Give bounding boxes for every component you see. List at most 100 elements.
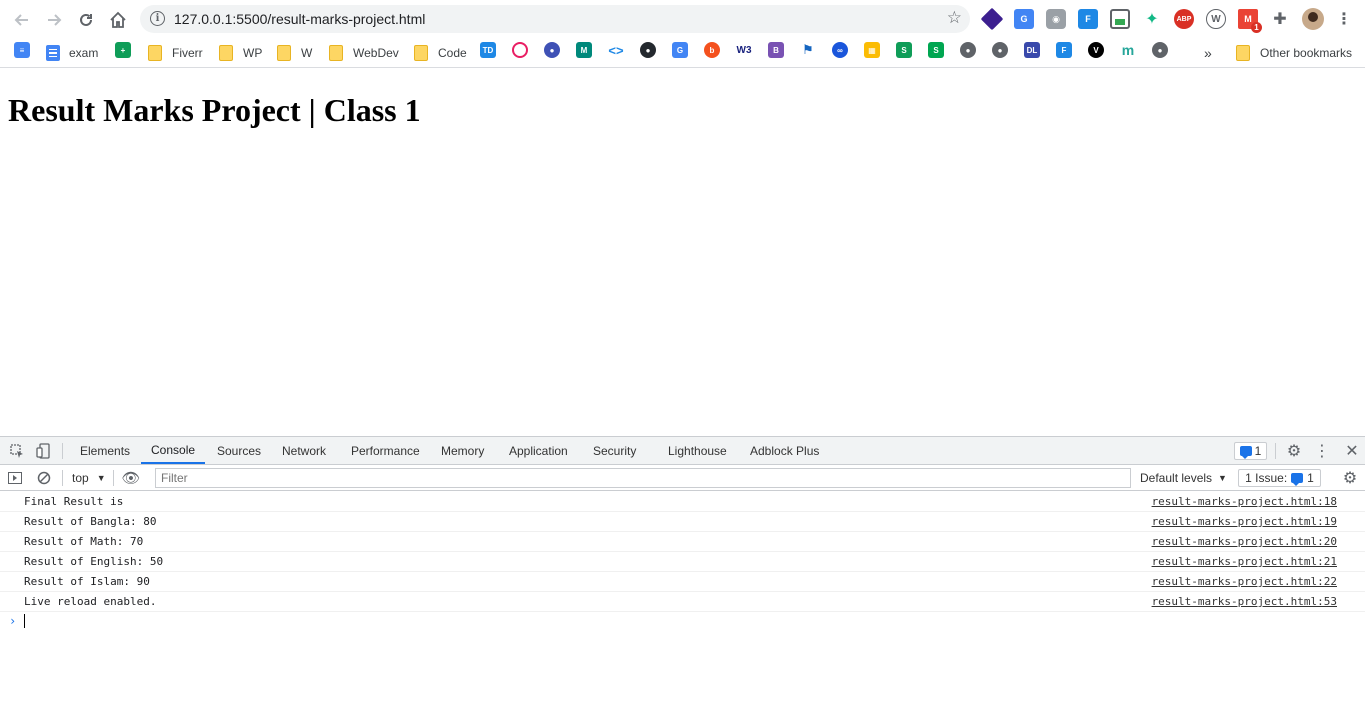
camera-icon[interactable]: ◉ <box>1046 9 1066 29</box>
log-source-link[interactable]: result-marks-project.html:20 <box>1152 535 1337 548</box>
bookmark-wp[interactable]: WP <box>219 43 262 63</box>
bootstrap-icon[interactable]: B <box>768 42 784 58</box>
log-message: Result of Math: 70 <box>24 535 144 548</box>
log-levels-dropdown[interactable]: Default levels ▼ <box>1140 469 1227 487</box>
separator <box>62 470 63 486</box>
bird-ext-icon[interactable]: ✦ <box>1142 9 1162 29</box>
tab-security[interactable]: Security <box>593 437 636 464</box>
log-source-link[interactable]: result-marks-project.html:19 <box>1152 515 1337 528</box>
tab-network[interactable]: Network <box>282 437 326 464</box>
log-message: Live reload enabled. <box>24 595 157 608</box>
tab-console[interactable]: Console <box>141 437 206 464</box>
blocks-icon[interactable]: ▦ <box>864 42 880 58</box>
message-icon <box>1291 473 1304 486</box>
back-icon[interactable] <box>10 8 34 32</box>
inspect-element-icon[interactable] <box>8 442 26 460</box>
translate-bookmark-icon[interactable]: G <box>672 42 688 58</box>
code-brackets-icon[interactable]: <> <box>608 42 624 58</box>
sidebar-toggle-icon[interactable] <box>6 469 24 487</box>
color-wheel-icon[interactable] <box>512 42 528 58</box>
tab-memory[interactable]: Memory <box>441 437 484 464</box>
tab-adblock-plus[interactable]: Adblock Plus <box>750 437 819 464</box>
globe-icon-2[interactable]: ● <box>992 42 1008 58</box>
gmail-icon[interactable]: M 1 <box>1238 9 1262 33</box>
console-input-caret[interactable] <box>24 614 25 628</box>
folder-icon <box>1236 45 1250 61</box>
docs-bookmark-icon[interactable]: ≡ <box>14 42 30 58</box>
infinity-icon[interactable]: ∞ <box>832 42 848 58</box>
google-translate-icon[interactable]: G <box>1014 9 1034 29</box>
tab-application[interactable]: Application <box>509 437 568 464</box>
eye-icon[interactable]: 👁 <box>121 469 140 487</box>
bookmarks-overflow-icon[interactable]: » <box>1204 43 1212 63</box>
bookmark-fiverr[interactable]: Fiverr <box>148 43 203 63</box>
console-filter-input[interactable] <box>155 468 1131 488</box>
log-message: Result of Bangla: 80 <box>24 515 157 528</box>
issues-counter[interactable]: 1 <box>1234 442 1267 460</box>
bookmark-code[interactable]: Code <box>414 43 467 63</box>
console-log-row: Result of Islam: 90 result-marks-project… <box>0 572 1365 592</box>
reload-icon[interactable] <box>74 8 98 32</box>
github-icon[interactable]: ● <box>640 42 656 58</box>
bookmark-star-icon[interactable]: ☆ <box>947 8 962 28</box>
context-selector[interactable]: top ▼ <box>72 469 106 487</box>
layers-ext-icon[interactable] <box>980 7 1004 31</box>
site-info-icon[interactable]: i <box>150 11 165 26</box>
m-site-icon[interactable]: m <box>1120 42 1136 58</box>
bookmark-label: Fiverr <box>172 46 203 60</box>
font-ext-icon[interactable]: F <box>1078 9 1098 29</box>
bookmark-other[interactable]: Other bookmarks <box>1236 43 1352 63</box>
log-source-link[interactable]: result-marks-project.html:22 <box>1152 575 1337 588</box>
s-site-icon[interactable]: S <box>896 42 912 58</box>
forward-icon[interactable] <box>42 8 66 32</box>
s-site-icon-2[interactable]: S <box>928 42 944 58</box>
behance-site-icon[interactable]: b <box>704 42 720 58</box>
url-text[interactable]: 127.0.0.1:5500/result-marks-project.html <box>174 11 425 27</box>
globe-icon-3[interactable]: ● <box>1152 42 1168 58</box>
device-toolbar-icon[interactable] <box>34 442 52 460</box>
bookmark-w[interactable]: W <box>277 43 312 63</box>
folder-icon <box>148 45 162 61</box>
wordpress-icon[interactable]: W <box>1206 9 1226 29</box>
tab-lighthouse[interactable]: Lighthouse <box>668 437 727 464</box>
bookmark-webdev[interactable]: WebDev <box>329 43 399 63</box>
console-toolbar: top ▼ 👁 Default levels ▼ 1 Issue: 1 ⚙ <box>0 465 1365 491</box>
puzzle-icon[interactable]: ✚ <box>1270 9 1290 29</box>
tab-sources[interactable]: Sources <box>217 437 261 464</box>
adblock-plus-icon[interactable]: ABP <box>1174 9 1194 29</box>
log-source-link[interactable]: result-marks-project.html:53 <box>1152 595 1337 608</box>
tab-elements[interactable]: Elements <box>80 437 130 464</box>
log-source-link[interactable]: result-marks-project.html:18 <box>1152 495 1337 508</box>
log-source-link[interactable]: result-marks-project.html:21 <box>1152 555 1337 568</box>
owl-site-icon[interactable]: ● <box>544 42 560 58</box>
home-icon[interactable] <box>106 8 130 32</box>
gmail-badge: 1 <box>1251 22 1262 33</box>
profile-avatar[interactable] <box>1302 8 1324 30</box>
console-log-row: Result of Math: 70 result-marks-project.… <box>0 532 1365 552</box>
close-devtools-icon[interactable]: ✕ <box>1343 442 1361 460</box>
globe-icon[interactable]: ● <box>960 42 976 58</box>
td-site-icon[interactable]: TD <box>480 42 496 58</box>
bookmark-exam[interactable]: exam <box>46 43 98 63</box>
issues-button[interactable]: 1 Issue: 1 <box>1238 469 1321 487</box>
v-site-icon[interactable]: V <box>1088 42 1104 58</box>
devtools-menu-icon[interactable]: ⋮ <box>1313 442 1331 460</box>
sheets-plus-icon[interactable]: + <box>115 42 131 58</box>
log-message: Result of English: 50 <box>24 555 164 568</box>
page-title: Result Marks Project | Class 1 <box>8 92 421 128</box>
settings-gear-icon[interactable]: ⚙ <box>1285 442 1303 460</box>
f-site-icon[interactable]: F <box>1056 42 1072 58</box>
issues-label: 1 Issue: <box>1245 471 1288 485</box>
image-ext-icon[interactable] <box>1110 9 1130 29</box>
folder-icon <box>414 45 428 61</box>
dl-site-icon[interactable]: DL <box>1024 42 1040 58</box>
console-settings-icon[interactable]: ⚙ <box>1341 469 1359 487</box>
bookmark-label: exam <box>69 46 99 60</box>
w3schools-icon[interactable]: W3 <box>736 42 752 58</box>
menu-dots-icon[interactable]: ⋮ <box>1334 9 1354 29</box>
address-bar[interactable]: i 127.0.0.1:5500/result-marks-project.ht… <box>140 5 970 33</box>
mail-site-icon[interactable]: M <box>576 42 592 58</box>
clear-console-icon[interactable] <box>35 469 53 487</box>
tab-performance[interactable]: Performance <box>351 437 420 464</box>
flag-icon[interactable]: ⚑ <box>800 42 816 58</box>
